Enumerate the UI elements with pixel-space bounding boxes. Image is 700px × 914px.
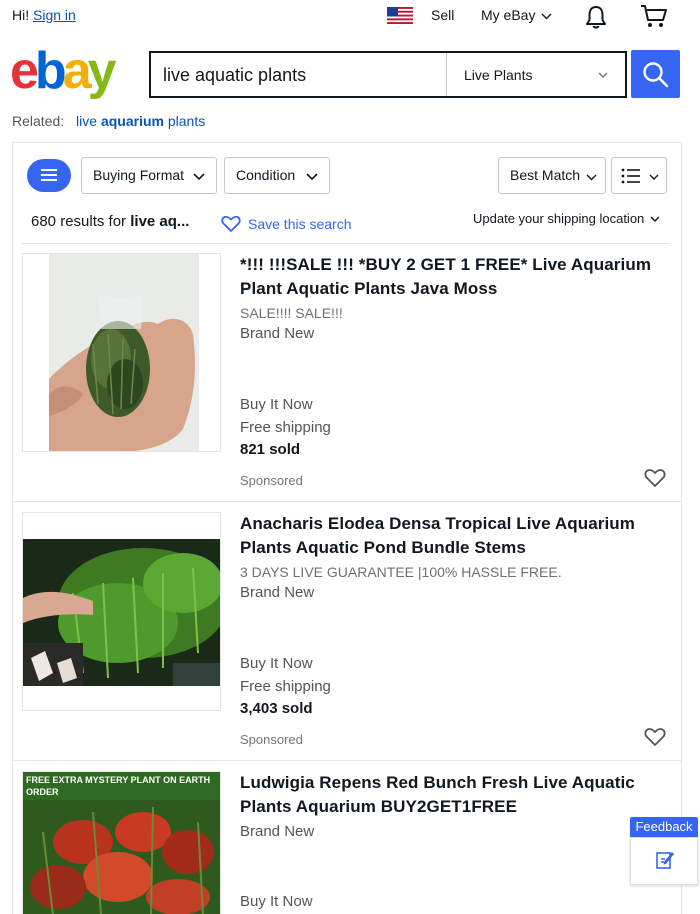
chevron-down-icon bbox=[193, 173, 205, 181]
results-count-query: live aq... bbox=[130, 213, 190, 230]
item-condition: Brand New bbox=[240, 325, 315, 342]
filter-button[interactable] bbox=[27, 159, 71, 192]
search-divider bbox=[446, 53, 447, 96]
heart-icon[interactable] bbox=[644, 727, 666, 747]
menu-icon bbox=[41, 169, 57, 181]
item-title[interactable]: Ludwigia Repens Red Bunch Fresh Live Aqu… bbox=[240, 771, 670, 819]
view-toggle[interactable] bbox=[611, 157, 667, 194]
image-banner-line-1: FREE EXTRA MYSTERY PLANT ON EARTH bbox=[26, 775, 210, 785]
item-format: Buy It Now bbox=[240, 655, 313, 672]
chevron-down-icon bbox=[306, 173, 318, 181]
related-link[interactable]: live aquarium plants bbox=[76, 113, 205, 129]
buying-format-filter[interactable]: Buying Format bbox=[81, 157, 217, 194]
ebay-logo[interactable]: ebay bbox=[10, 44, 144, 104]
cart-icon[interactable] bbox=[640, 3, 668, 29]
shipping-location-menu[interactable]: Update your shipping location bbox=[473, 211, 660, 226]
item-shipping: Free shipping bbox=[240, 678, 331, 695]
item-condition: Brand New bbox=[240, 823, 315, 840]
related-link-bold: aquarium bbox=[100, 113, 164, 129]
edit-icon bbox=[656, 852, 674, 869]
item-sold-count: 3,403 sold bbox=[240, 700, 313, 717]
sponsored-label: Sponsored bbox=[240, 473, 303, 488]
search-bar: live aquatic plants Live Plants bbox=[149, 51, 627, 98]
my-ebay-menu[interactable]: My eBay bbox=[481, 7, 552, 23]
svg-text:ebay: ebay bbox=[10, 44, 117, 100]
my-ebay-label: My eBay bbox=[481, 7, 536, 23]
item-image[interactable] bbox=[22, 253, 221, 452]
results-count-text: results for bbox=[60, 213, 127, 230]
item-subtitle: SALE!!!! SALE!!! bbox=[240, 305, 343, 321]
ludwigia-plant-photo: FREE EXTRA MYSTERY PLANT ON EARTH ORDER bbox=[23, 772, 220, 914]
feedback-button[interactable] bbox=[630, 837, 698, 885]
top-bar: Hi! Sign in Sell My eBay bbox=[0, 0, 700, 32]
related-link-pre: live bbox=[76, 113, 98, 129]
anacharis-plant-photo bbox=[23, 513, 220, 710]
item-shipping: Free shipping bbox=[240, 419, 331, 436]
search-icon bbox=[643, 62, 669, 88]
java-moss-photo bbox=[23, 254, 220, 451]
chevron-down-icon bbox=[649, 174, 659, 180]
item-format: Buy It Now bbox=[240, 893, 313, 910]
shipping-location-label: Update your shipping location bbox=[473, 211, 645, 226]
sort-label: Best Match bbox=[510, 167, 581, 183]
divider bbox=[22, 243, 670, 244]
greeting: Hi! Sign in bbox=[12, 7, 76, 23]
divider bbox=[12, 501, 682, 502]
list-view-icon bbox=[621, 168, 640, 184]
sell-link[interactable]: Sell bbox=[431, 7, 454, 23]
item-sold-count: 821 sold bbox=[240, 441, 301, 458]
heart-icon[interactable] bbox=[644, 468, 666, 488]
save-search-link[interactable]: Save this search bbox=[248, 216, 352, 232]
sponsored-label: Sponsored bbox=[240, 732, 303, 747]
us-flag-icon[interactable] bbox=[387, 7, 413, 24]
item-title[interactable]: Anacharis Elodea Densa Tropical Live Aqu… bbox=[240, 512, 670, 560]
chevron-down-icon bbox=[650, 216, 660, 222]
condition-label: Condition bbox=[236, 167, 296, 183]
feedback-tab[interactable]: Feedback bbox=[630, 817, 698, 837]
item-format: Buy It Now bbox=[240, 396, 313, 413]
chevron-down-icon bbox=[586, 174, 597, 181]
search-button[interactable] bbox=[631, 50, 680, 98]
bell-icon[interactable] bbox=[584, 4, 608, 30]
divider bbox=[12, 760, 682, 761]
category-select[interactable]: Live Plants bbox=[464, 67, 532, 83]
greeting-text: Hi! bbox=[12, 7, 30, 23]
results-count-number: 680 bbox=[31, 213, 57, 230]
related-label: Related: bbox=[12, 113, 65, 129]
buying-format-label: Buying Format bbox=[93, 167, 185, 183]
item-image[interactable]: FREE EXTRA MYSTERY PLANT ON EARTH ORDER bbox=[22, 771, 221, 914]
results-count: 680 results for live aq... bbox=[31, 213, 189, 230]
item-condition: Brand New bbox=[240, 584, 315, 601]
search-input[interactable]: live aquatic plants bbox=[163, 65, 306, 86]
condition-filter[interactable]: Condition bbox=[224, 157, 330, 194]
related-searches: Related: live aquarium plants bbox=[12, 113, 205, 129]
item-subtitle: 3 DAYS LIVE GUARANTEE |100% HASSLE FREE. bbox=[240, 564, 562, 580]
item-image[interactable] bbox=[22, 512, 221, 711]
heart-icon[interactable] bbox=[221, 215, 241, 233]
related-link-post: plants bbox=[167, 113, 206, 129]
sign-in-link[interactable]: Sign in bbox=[33, 7, 76, 23]
image-banner-line-2: ORDER bbox=[26, 787, 59, 797]
item-title[interactable]: *!!! !!!SALE !!! *BUY 2 GET 1 FREE* Live… bbox=[240, 253, 670, 301]
chevron-down-icon bbox=[598, 72, 608, 78]
sort-select[interactable]: Best Match bbox=[498, 157, 606, 194]
chevron-down-icon bbox=[541, 13, 552, 20]
